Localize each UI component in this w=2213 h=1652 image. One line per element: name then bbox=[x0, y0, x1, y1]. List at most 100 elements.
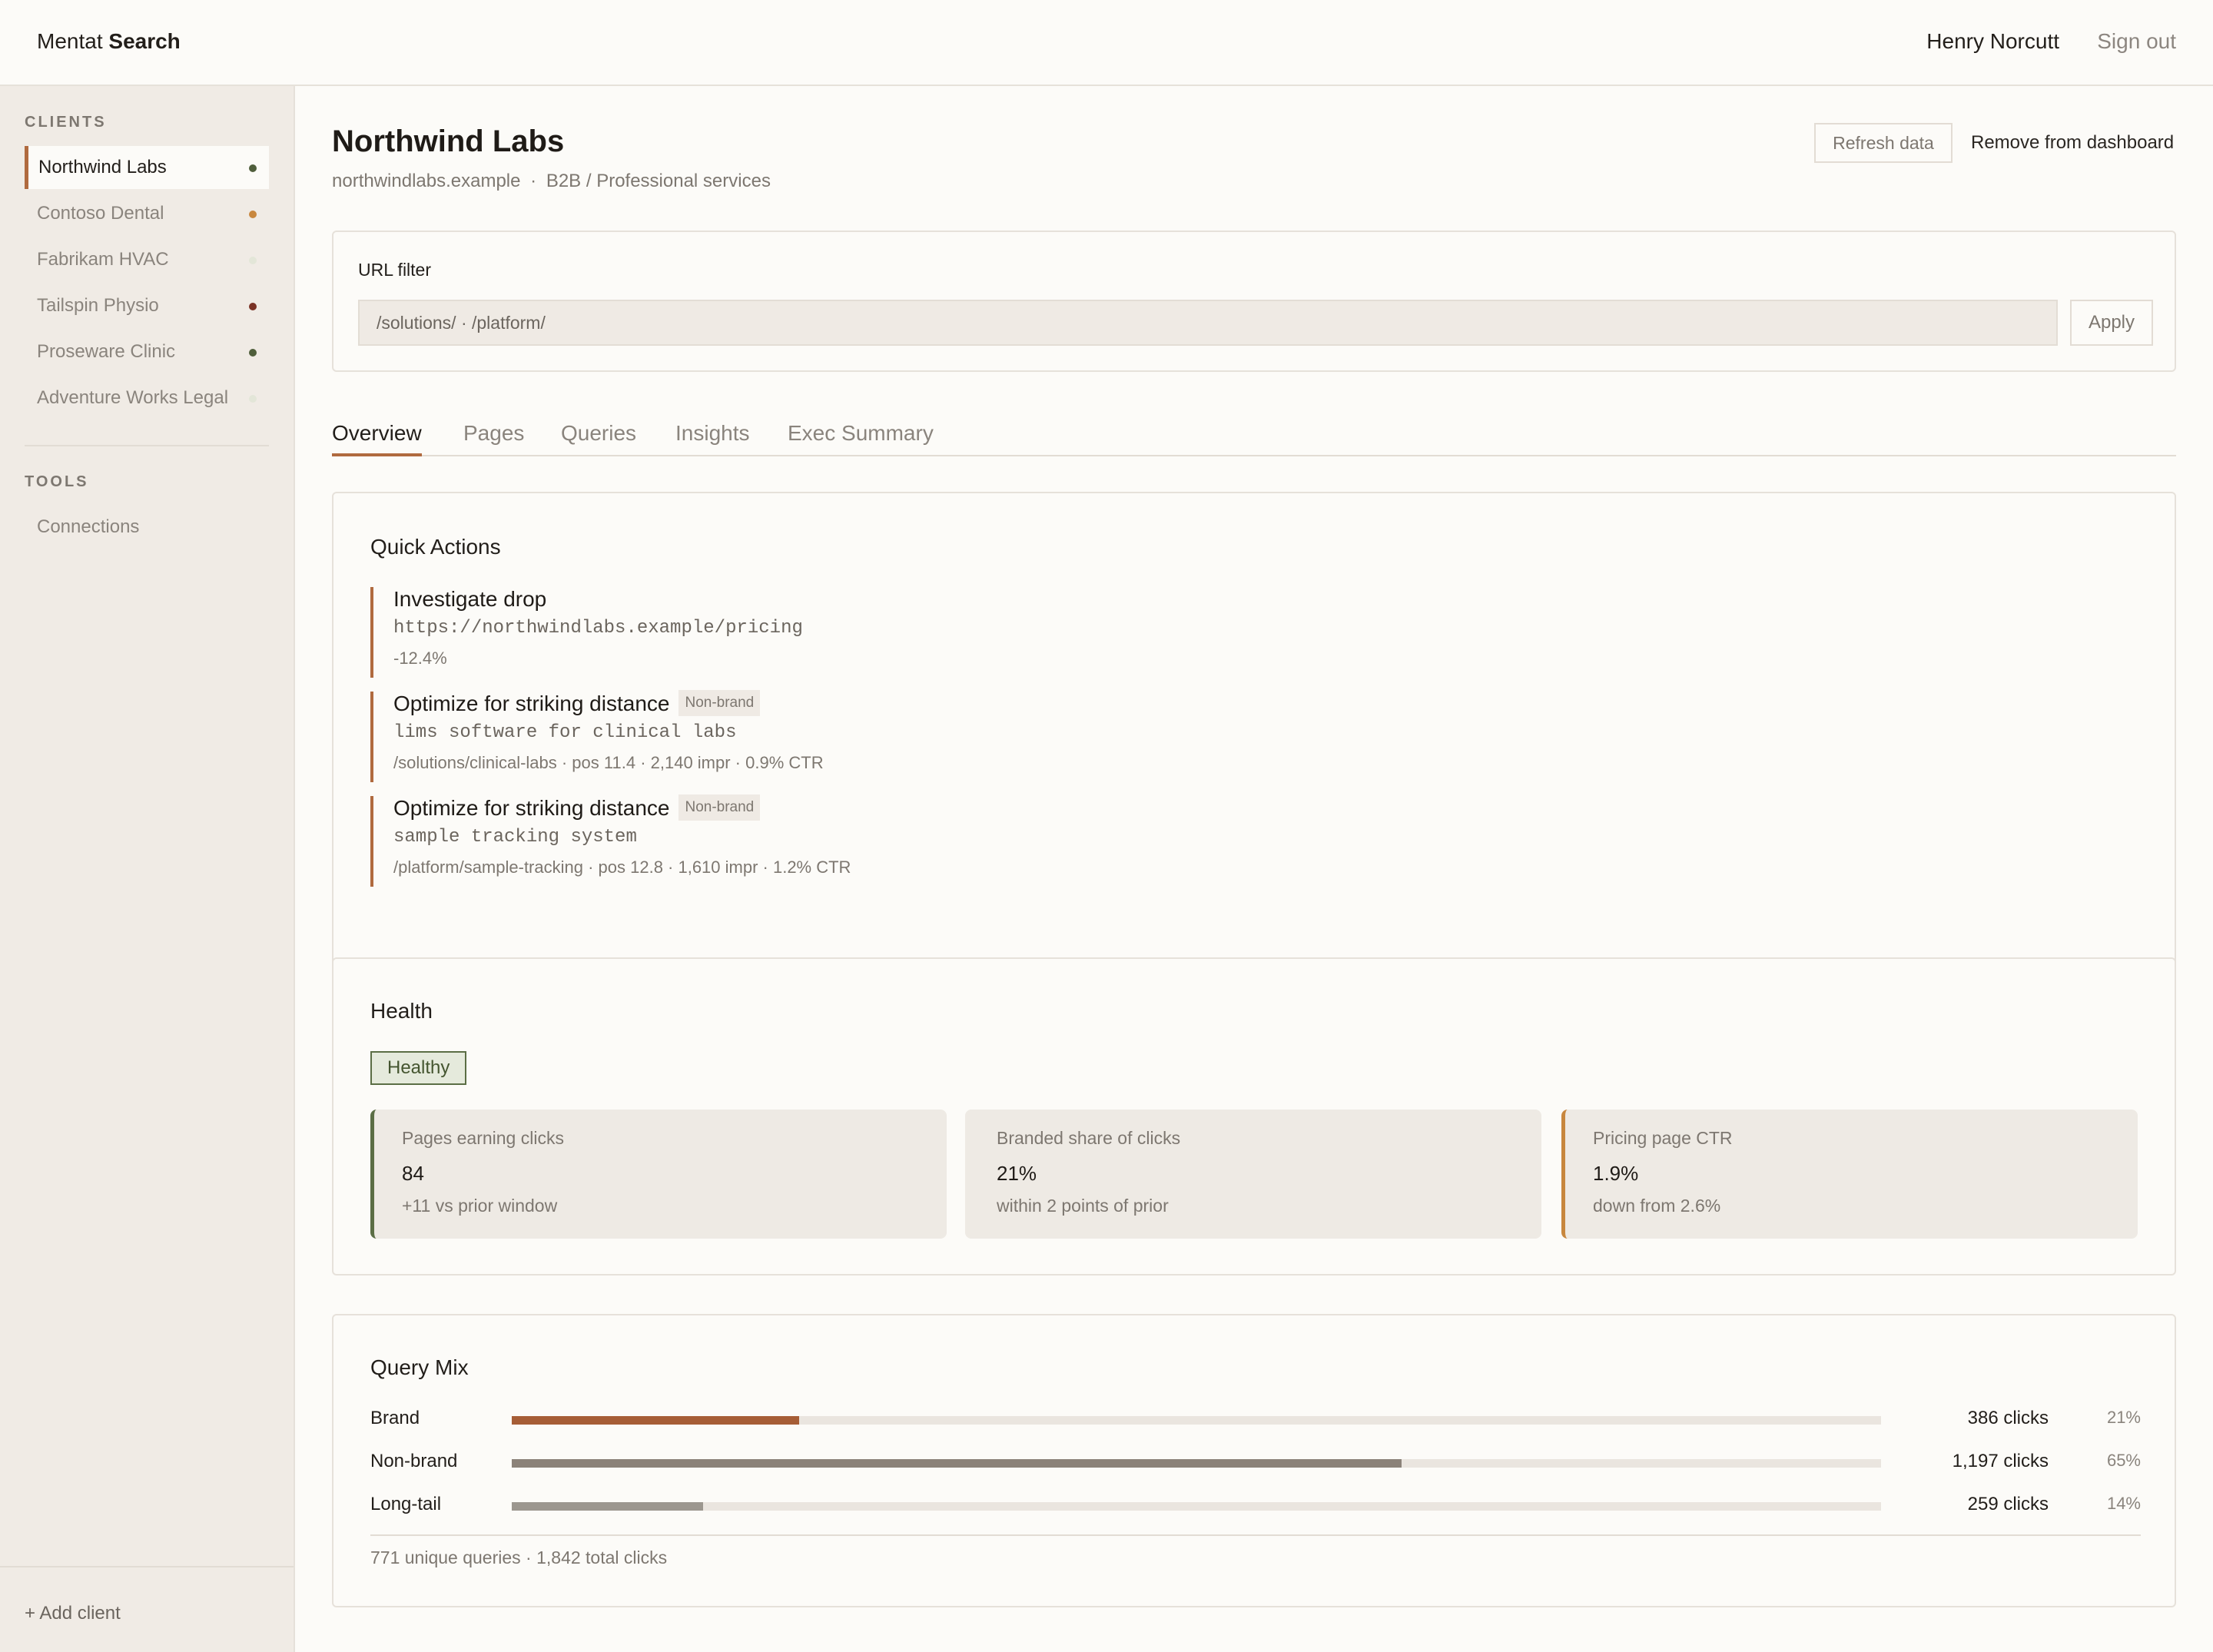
user-name[interactable]: Henry Norcutt bbox=[1926, 29, 2059, 54]
client-subtitle: northwindlabs.example · B2B / Profession… bbox=[332, 171, 771, 192]
mix-label: Long-tail bbox=[370, 1494, 442, 1514]
url-filter-card: URL filter /solutions/ · /platform/ Appl… bbox=[332, 231, 2176, 372]
metric-card-branded-share: Branded share of clicks 21% within 2 poi… bbox=[965, 1110, 1541, 1239]
query-mix-row-brand: Brand 386 clicks 21% bbox=[370, 1403, 2141, 1434]
action-title-text: Optimize for striking distance bbox=[393, 796, 670, 820]
quick-actions-title: Quick Actions bbox=[370, 535, 501, 559]
tab-bar: Overview Pages Queries Insights Exec Sum… bbox=[332, 409, 2176, 456]
apply-button[interactable]: Apply bbox=[2070, 300, 2153, 346]
client-label: Contoso Dental bbox=[37, 203, 164, 224]
metric-value: 84 bbox=[402, 1162, 424, 1185]
mix-clicks: 1,197 clicks bbox=[1952, 1451, 2049, 1471]
metric-label: Pricing page CTR bbox=[1593, 1128, 1733, 1148]
sidebar-item-tailspin-physio[interactable]: Tailspin Physio bbox=[25, 284, 269, 327]
client-industry: B2B / Professional services bbox=[546, 171, 771, 191]
page-title: Northwind Labs bbox=[332, 124, 565, 158]
metric-note: down from 2.6% bbox=[1593, 1196, 1721, 1216]
action-query: sample tracking system bbox=[393, 827, 637, 848]
mix-label: Brand bbox=[370, 1408, 420, 1428]
query-mix-card: Query Mix Brand 386 clicks 21% Non-brand… bbox=[332, 1314, 2176, 1607]
tab-insights[interactable]: Insights bbox=[675, 421, 750, 456]
non-brand-tag: Non-brand bbox=[678, 794, 761, 821]
sidebar: CLIENTS Northwind Labs Contoso Dental Fa… bbox=[0, 86, 295, 1652]
client-label: Tailspin Physio bbox=[37, 295, 159, 316]
query-mix-summary: 771 unique queries · 1,842 total clicks bbox=[370, 1548, 668, 1567]
mix-percent: 65% bbox=[2106, 1451, 2141, 1470]
action-title: Optimize for striking distance Non-brand bbox=[393, 794, 761, 823]
mix-percent: 14% bbox=[2106, 1494, 2141, 1513]
metric-value: 21% bbox=[997, 1162, 1037, 1185]
metric-label: Branded share of clicks bbox=[997, 1128, 1181, 1148]
quick-actions-card: Quick Actions Investigate drop https://n… bbox=[332, 492, 2176, 1007]
client-label: Adventure Works Legal bbox=[37, 387, 229, 408]
mix-clicks: 386 clicks bbox=[1967, 1408, 2049, 1428]
mix-bar-track bbox=[512, 1416, 1881, 1425]
mix-bar-track bbox=[512, 1502, 1881, 1511]
metric-note: within 2 points of prior bbox=[997, 1196, 1169, 1216]
sidebar-item-adventure-works-legal[interactable]: Adventure Works Legal bbox=[25, 377, 269, 420]
top-bar: Mentat Search Henry Norcutt Sign out bbox=[0, 0, 2213, 86]
quick-action-item[interactable]: Optimize for striking distance Non-brand … bbox=[370, 689, 1062, 782]
metric-value: 1.9% bbox=[1593, 1162, 1639, 1185]
non-brand-tag: Non-brand bbox=[678, 689, 761, 716]
metric-card-pages-earning-clicks: Pages earning clicks 84 +11 vs prior win… bbox=[370, 1110, 947, 1239]
tools-heading: TOOLS bbox=[25, 473, 89, 490]
remove-from-dashboard-button[interactable]: Remove from dashboard bbox=[1971, 132, 2174, 154]
action-query: lims software for clinical labs bbox=[393, 722, 737, 743]
metric-note: +11 vs prior window bbox=[402, 1196, 558, 1216]
status-dot bbox=[249, 303, 257, 310]
action-title-text: Investigate drop bbox=[393, 587, 547, 611]
status-dot bbox=[249, 395, 257, 403]
mix-bar-fill bbox=[512, 1459, 1402, 1468]
clients-heading: CLIENTS bbox=[25, 114, 107, 131]
sidebar-item-northwind-labs[interactable]: Northwind Labs bbox=[25, 146, 269, 189]
action-meta: -12.4% bbox=[393, 649, 447, 668]
tab-exec-summary[interactable]: Exec Summary bbox=[788, 421, 934, 456]
query-mix-divider bbox=[370, 1534, 2141, 1536]
mix-label: Non-brand bbox=[370, 1451, 458, 1471]
query-mix-row-long-tail: Long-tail 259 clicks 14% bbox=[370, 1489, 2141, 1520]
app-logo[interactable]: Mentat Search bbox=[37, 29, 181, 54]
app-name-light: Mentat bbox=[37, 29, 103, 53]
metric-card-pricing-page-ctr: Pricing page CTR 1.9% down from 2.6% bbox=[1561, 1110, 2138, 1239]
mix-bar-track bbox=[512, 1459, 1881, 1468]
sidebar-item-connections[interactable]: Connections bbox=[37, 516, 139, 538]
status-dot bbox=[249, 257, 257, 264]
query-mix-row-non-brand: Non-brand 1,197 clicks 65% bbox=[370, 1446, 2141, 1477]
action-url: https://northwindlabs.example/pricing bbox=[393, 618, 803, 639]
status-dot bbox=[249, 211, 257, 218]
quick-action-item[interactable]: Optimize for striking distance Non-brand … bbox=[370, 794, 1062, 887]
tab-pages[interactable]: Pages bbox=[463, 421, 524, 456]
client-domain: northwindlabs.example bbox=[332, 171, 521, 191]
health-title: Health bbox=[370, 999, 433, 1023]
add-client-button[interactable]: + Add client bbox=[25, 1603, 121, 1624]
sidebar-item-proseware-clinic[interactable]: Proseware Clinic bbox=[25, 330, 269, 373]
mix-percent: 21% bbox=[2106, 1408, 2141, 1427]
url-filter-label: URL filter bbox=[358, 260, 431, 280]
metric-label: Pages earning clicks bbox=[402, 1128, 564, 1148]
client-label: Fabrikam HVAC bbox=[37, 249, 169, 270]
status-dot bbox=[249, 349, 257, 357]
action-title: Investigate drop bbox=[393, 587, 546, 612]
tab-queries[interactable]: Queries bbox=[561, 421, 636, 456]
mix-bar-fill bbox=[512, 1502, 704, 1511]
mix-clicks: 259 clicks bbox=[1967, 1494, 2049, 1514]
tab-overview[interactable]: Overview bbox=[332, 421, 422, 456]
query-mix-title: Query Mix bbox=[370, 1355, 469, 1379]
sidebar-item-fabrikam-hvac[interactable]: Fabrikam HVAC bbox=[25, 238, 269, 281]
quick-action-item[interactable]: Investigate drop https://northwindlabs.e… bbox=[370, 587, 1062, 678]
app-name-bold: Search bbox=[108, 29, 181, 53]
sidebar-item-contoso-dental[interactable]: Contoso Dental bbox=[25, 192, 269, 235]
mix-bar-fill bbox=[512, 1416, 800, 1425]
url-filter-input[interactable]: /solutions/ · /platform/ bbox=[358, 300, 2058, 346]
action-title: Optimize for striking distance Non-brand bbox=[393, 689, 761, 718]
sign-out-link[interactable]: Sign out bbox=[2097, 29, 2176, 54]
action-meta: /solutions/clinical-labs · pos 11.4 · 2,… bbox=[393, 753, 824, 772]
sidebar-footer: + Add client bbox=[0, 1566, 294, 1652]
action-meta: /platform/sample-tracking · pos 12.8 · 1… bbox=[393, 858, 851, 877]
health-card: Health Healthy Pages earning clicks 84 +… bbox=[332, 957, 2176, 1275]
separator: · bbox=[530, 171, 537, 191]
client-label: Proseware Clinic bbox=[37, 341, 176, 362]
refresh-data-button[interactable]: Refresh data bbox=[1814, 123, 1953, 163]
action-title-text: Optimize for striking distance bbox=[393, 692, 670, 715]
